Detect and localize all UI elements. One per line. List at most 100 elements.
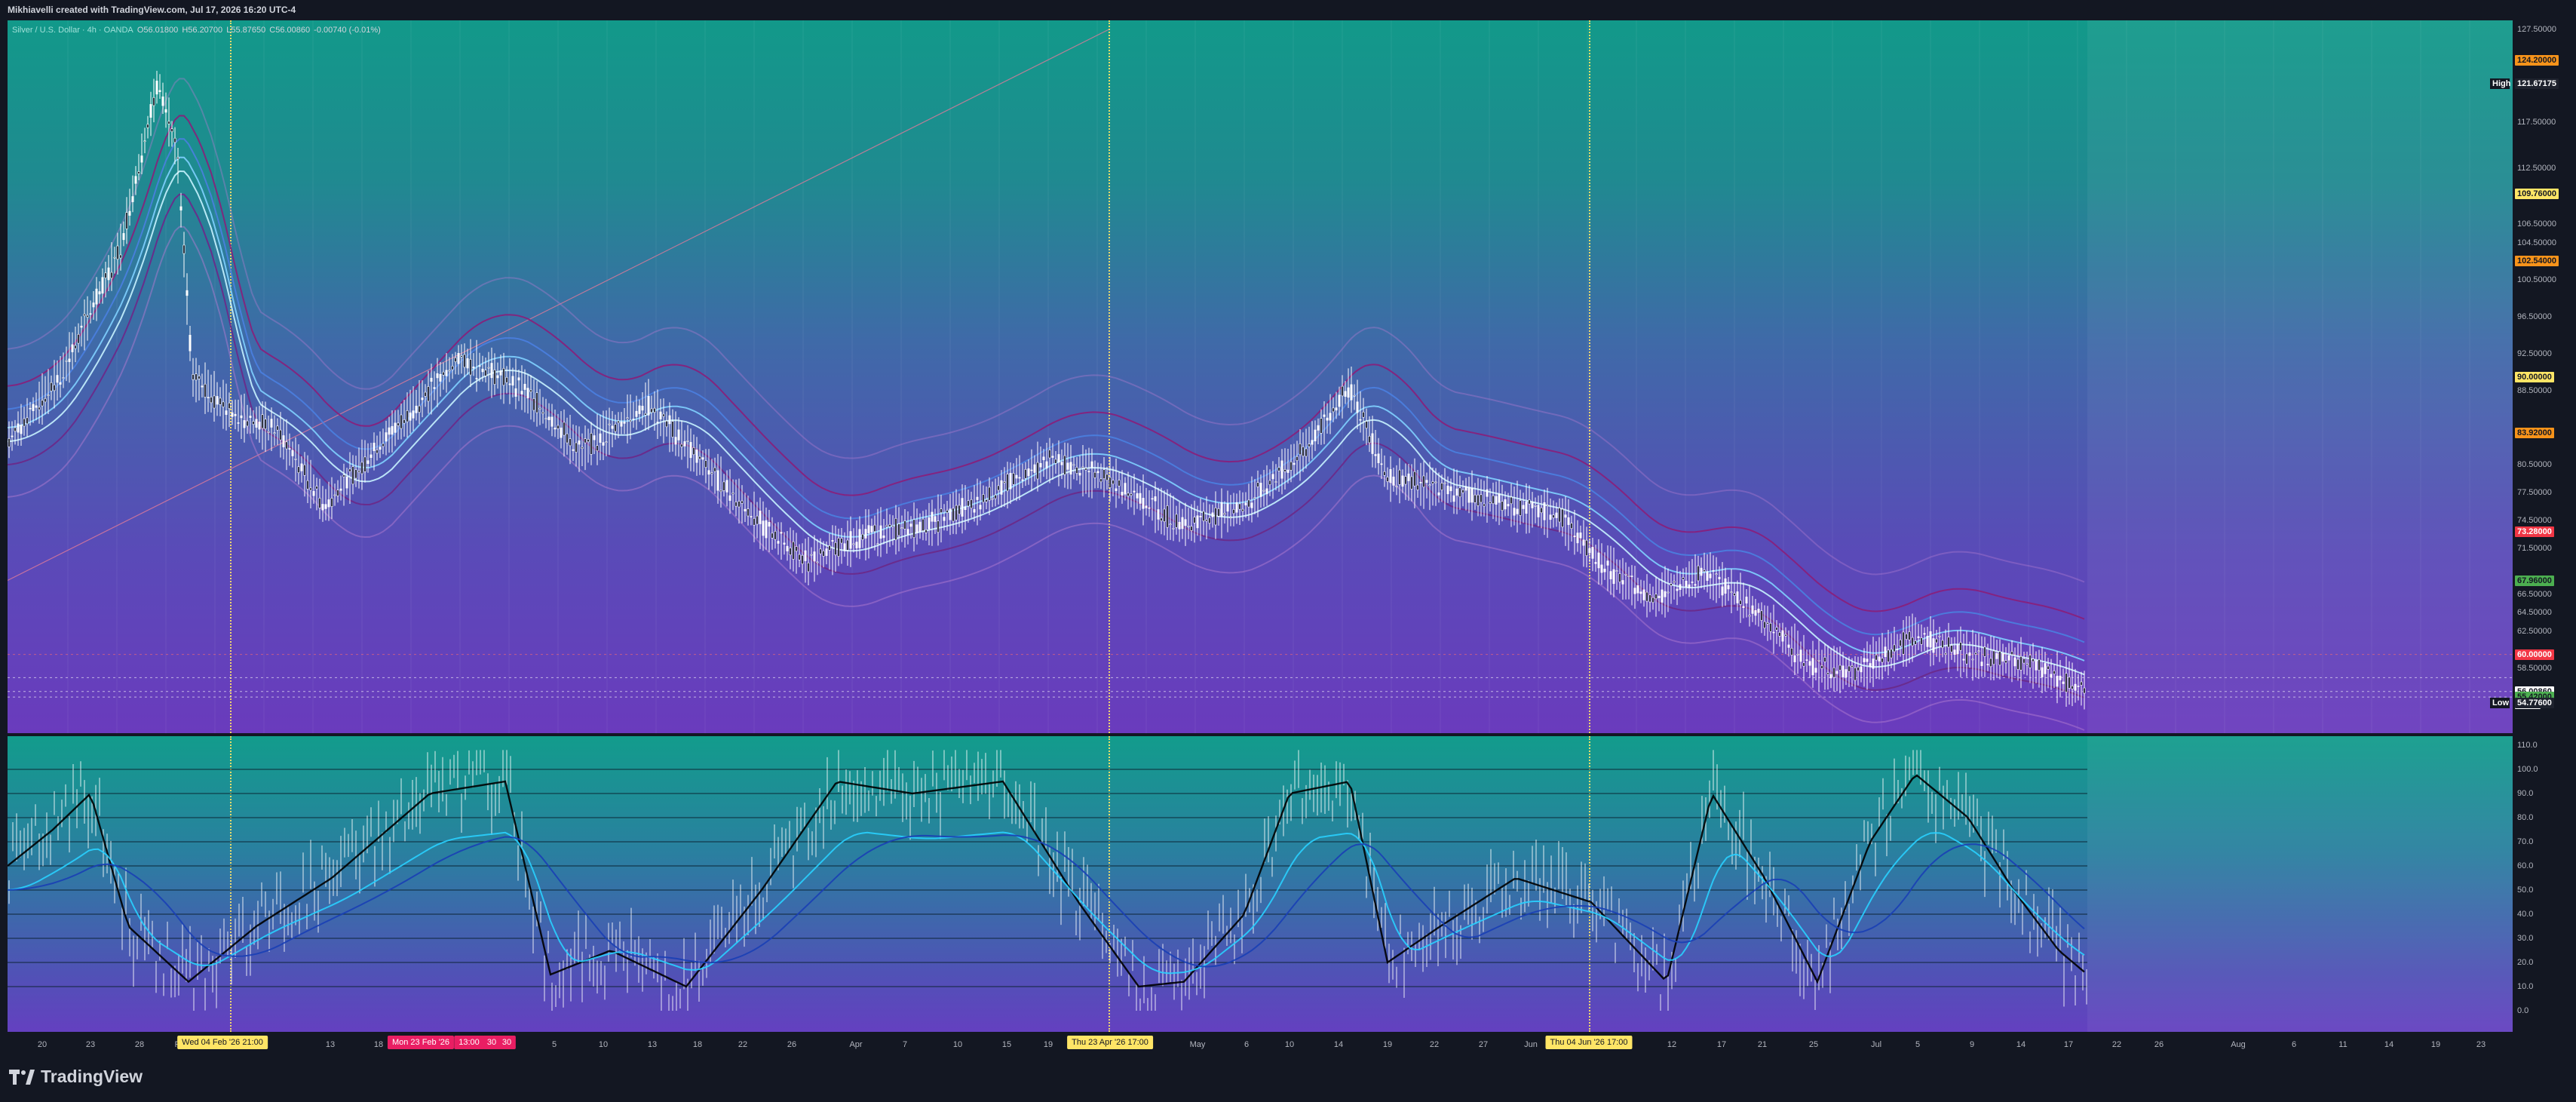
candle-body <box>1060 462 1063 465</box>
candle-body <box>1483 503 1486 507</box>
candle-body <box>376 450 379 454</box>
time-axis-label: 26 <box>2154 1040 2164 1049</box>
time-axis-label: 23 <box>2476 1040 2486 1049</box>
time-axis[interactable]: 202328F131851013182226Apr7101519May61014… <box>8 1032 2513 1054</box>
candle-body <box>487 367 490 369</box>
candle-body <box>943 517 946 521</box>
candle-body <box>1202 511 1205 521</box>
oscillator-chart[interactable] <box>8 736 2513 1032</box>
oscillator-axis-label: 0.0 <box>2517 1006 2529 1015</box>
candle-body <box>20 425 23 434</box>
candle-body <box>1099 478 1102 483</box>
candle-body <box>1826 672 1829 675</box>
candle-body <box>738 501 741 508</box>
time-marker-badge: Thu 23 Apr '26 17:00 <box>1067 1036 1153 1049</box>
candle-body <box>1317 425 1320 431</box>
candle-body <box>526 388 529 399</box>
candle-body <box>35 405 38 408</box>
candle-body <box>1084 468 1087 471</box>
candle-body <box>894 518 897 541</box>
price-chart[interactable] <box>8 20 2513 733</box>
candle-body <box>1380 463 1383 465</box>
candle-body <box>2083 687 2086 694</box>
candle-body <box>315 486 318 490</box>
candle-body <box>1808 661 1811 666</box>
candle-body <box>1344 391 1347 397</box>
candle-body <box>1054 459 1057 464</box>
candle-body <box>1320 418 1323 434</box>
candle-body <box>1727 585 1730 590</box>
candle-body <box>1413 471 1416 487</box>
oscillator-pane[interactable] <box>8 736 2513 1032</box>
candle-body <box>1751 605 1754 614</box>
candle-body <box>635 410 638 417</box>
price-axis-label: 80.50000 <box>2517 460 2552 470</box>
brand-name: TradingView <box>41 1067 143 1086</box>
candle-body <box>1685 581 1688 588</box>
candle-body <box>873 524 876 533</box>
candle-body <box>228 402 231 409</box>
candle-body <box>1401 475 1404 487</box>
candle-body <box>731 493 734 495</box>
candle-body <box>599 433 602 443</box>
candle-body <box>50 382 53 391</box>
candle-body <box>17 423 20 433</box>
candle-body <box>354 469 357 479</box>
oscillator-axis[interactable]: 110.0 100.0 90.0 80.0 70.0 60.0 50.0 40.0 30.0 20… <box>2513 736 2576 1032</box>
candle-body <box>1139 493 1142 504</box>
candle-body <box>982 494 985 503</box>
candle-body <box>1739 600 1742 605</box>
candle-body <box>1489 502 1492 504</box>
candle-body <box>2007 655 2010 661</box>
candle-body <box>1546 505 1549 507</box>
candle-body <box>186 290 189 296</box>
candle-body <box>1259 483 1262 497</box>
candle-body <box>366 460 370 464</box>
candle-body <box>1280 460 1283 479</box>
candle-body <box>789 548 792 555</box>
candle-body <box>1775 627 1778 631</box>
time-axis-label: 20 <box>37 1040 48 1049</box>
candle-body <box>113 256 116 259</box>
candle-body <box>1911 637 1914 646</box>
candle-body <box>837 538 840 557</box>
candle-body <box>83 314 86 316</box>
candle-body <box>1057 454 1060 463</box>
candle-body <box>587 439 590 443</box>
candle-body <box>958 505 961 514</box>
time-axis-label: 10 <box>598 1040 609 1049</box>
price-axis[interactable]: 127.50000 117.50000 112.50000 106.50000 104.… <box>2513 20 2576 733</box>
candle-body <box>979 505 982 510</box>
candle-body <box>909 523 912 527</box>
candle-body <box>1615 570 1618 572</box>
candle-body <box>662 413 665 417</box>
candle-body <box>125 212 128 229</box>
candle-body <box>86 315 89 318</box>
moving-average-line <box>8 193 2085 698</box>
ohlc-change: -0.00740 (-0.01%) <box>314 26 381 35</box>
candle-body <box>1299 444 1302 456</box>
candle-body <box>1241 508 1244 512</box>
candle-body <box>547 416 550 420</box>
candle-body <box>2047 665 2050 670</box>
candle-body <box>2059 675 2062 680</box>
candle-body <box>258 422 261 430</box>
candle-body <box>593 435 596 440</box>
symbol-legend[interactable]: Silver / U.S. Dollar · 4h · OANDA O56.01… <box>12 26 382 35</box>
tradingview-logo[interactable]: TradingView <box>9 1067 143 1087</box>
candle-body <box>747 508 750 517</box>
candle-body <box>1024 469 1027 479</box>
candle-body <box>1253 497 1256 499</box>
candle-body <box>1983 646 1986 657</box>
candle-body <box>1112 480 1115 485</box>
candle-body <box>1178 521 1181 530</box>
candle-body <box>1066 462 1069 470</box>
candle-body <box>834 542 837 555</box>
time-axis-label: 26 <box>787 1040 797 1049</box>
time-axis-label: 19 <box>2430 1040 2441 1049</box>
price-pane[interactable] <box>8 20 2513 733</box>
candle-body <box>1926 636 1929 647</box>
candle-body <box>1974 652 1977 655</box>
time-marker-badge: 13:00 <box>454 1036 484 1049</box>
candle-body <box>795 546 798 552</box>
